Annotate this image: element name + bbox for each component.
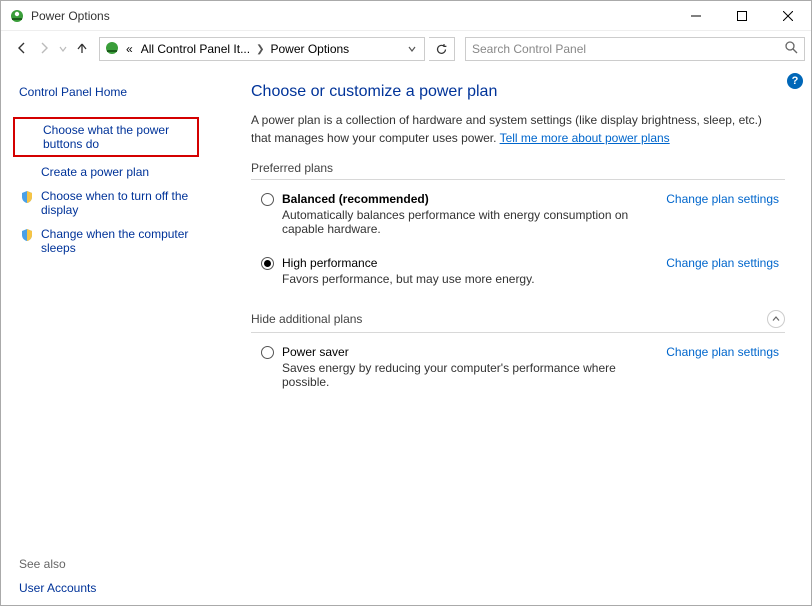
back-button[interactable]	[15, 41, 29, 58]
radio-button[interactable]	[261, 193, 274, 206]
window-title: Power Options	[31, 9, 673, 23]
breadcrumb-seg[interactable]: All Control Panel It...	[139, 42, 252, 56]
search-box[interactable]	[465, 37, 805, 61]
plan-row: Power saver Saves energy by reducing you…	[251, 343, 785, 395]
minimize-button[interactable]	[673, 1, 719, 31]
control-panel-icon	[104, 40, 120, 59]
main-content: ? Choose or customize a power plan A pow…	[211, 67, 811, 605]
breadcrumb-prefix: «	[124, 42, 135, 56]
forward-button[interactable]	[37, 41, 51, 58]
change-plan-settings-link[interactable]: Change plan settings	[666, 256, 785, 270]
sidebar-item-create-plan[interactable]: Create a power plan	[19, 165, 199, 179]
plan-description: Automatically balances performance with …	[282, 208, 658, 236]
help-icon[interactable]: ?	[787, 73, 803, 89]
sidebar-item-display-off[interactable]: Choose when to turn off the display	[19, 189, 199, 217]
page-heading: Choose or customize a power plan	[251, 83, 785, 101]
up-button[interactable]	[75, 41, 89, 58]
sidebar-item-label: Choose what the power buttons do	[43, 123, 191, 151]
see-also-header: See also	[19, 557, 199, 571]
search-input[interactable]	[472, 42, 779, 56]
title-bar: Power Options	[1, 1, 811, 31]
close-button[interactable]	[765, 1, 811, 31]
change-plan-settings-link[interactable]: Change plan settings	[666, 192, 785, 206]
sidebar: Control Panel Home Choose what the power…	[1, 67, 211, 605]
additional-plans-header[interactable]: Hide additional plans	[251, 310, 785, 333]
nav-arrows	[7, 41, 95, 58]
additional-plans-list: Power saver Saves energy by reducing you…	[251, 343, 785, 395]
see-also-user-accounts-link[interactable]: User Accounts	[19, 581, 96, 595]
breadcrumb-seg[interactable]: Power Options	[268, 42, 351, 56]
collapse-icon[interactable]	[767, 310, 785, 328]
learn-more-link[interactable]: Tell me more about power plans	[500, 131, 670, 145]
blank-icon	[21, 123, 37, 124]
see-also-section: See also User Accounts	[19, 537, 199, 595]
sidebar-item-label: Choose when to turn off the display	[41, 189, 199, 217]
recent-locations-dropdown[interactable]	[59, 42, 67, 56]
plan-row: Balanced (recommended) Automatically bal…	[251, 190, 785, 242]
plan-description: Favors performance, but may use more ene…	[282, 272, 658, 286]
sidebar-item-label: Create a power plan	[41, 165, 149, 179]
address-bar[interactable]: « All Control Panel It... ❯ Power Option…	[99, 37, 425, 61]
page-description: A power plan is a collection of hardware…	[251, 111, 785, 147]
chevron-right-icon[interactable]: ❯	[256, 44, 264, 55]
shield-icon	[19, 189, 35, 204]
blank-icon	[19, 165, 35, 166]
maximize-button[interactable]	[719, 1, 765, 31]
plan-row: High performance Favors performance, but…	[251, 254, 785, 292]
plan-name: High performance	[282, 256, 658, 270]
nav-row: « All Control Panel It... ❯ Power Option…	[1, 31, 811, 67]
section-label: Hide additional plans	[251, 312, 362, 326]
shield-icon	[19, 227, 35, 242]
plan-name: Power saver	[282, 345, 658, 359]
plan-name: Balanced (recommended)	[282, 192, 658, 206]
refresh-button[interactable]	[429, 37, 455, 61]
power-options-icon	[9, 8, 25, 24]
sidebar-item-power-buttons[interactable]: Choose what the power buttons do	[13, 117, 199, 157]
address-dropdown[interactable]	[402, 42, 422, 56]
search-icon[interactable]	[785, 41, 798, 57]
sidebar-item-sleep[interactable]: Change when the computer sleeps	[19, 227, 199, 255]
preferred-plans-list: Balanced (recommended) Automatically bal…	[251, 190, 785, 292]
radio-button[interactable]	[261, 257, 274, 270]
control-panel-home-link[interactable]: Control Panel Home	[19, 85, 199, 99]
radio-button[interactable]	[261, 346, 274, 359]
sidebar-item-label: Change when the computer sleeps	[41, 227, 199, 255]
plan-description: Saves energy by reducing your computer's…	[282, 361, 658, 389]
change-plan-settings-link[interactable]: Change plan settings	[666, 345, 785, 359]
preferred-plans-header: Preferred plans	[251, 161, 785, 180]
section-label: Preferred plans	[251, 161, 333, 175]
